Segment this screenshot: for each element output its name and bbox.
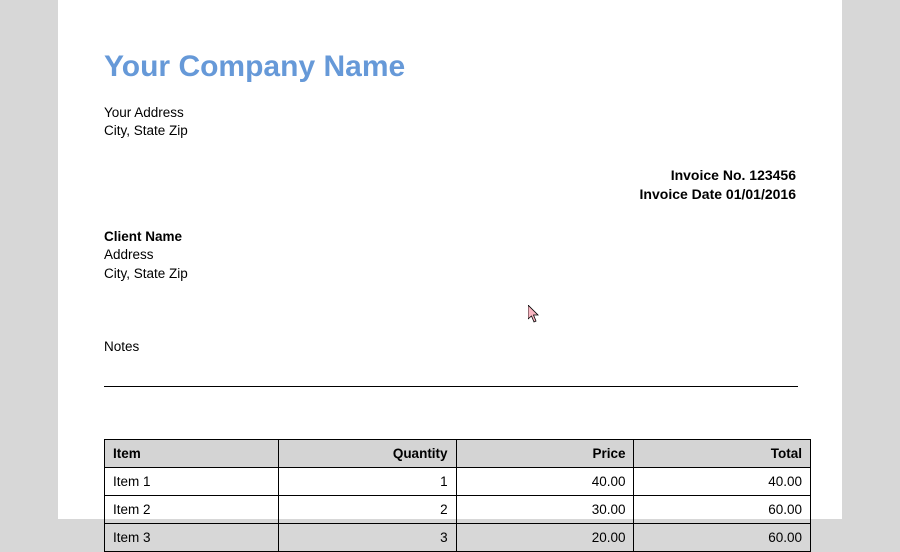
cell-quantity: 3 xyxy=(278,523,456,551)
company-address-line2: City, State Zip xyxy=(104,122,796,140)
company-address: Your Address City, State Zip xyxy=(104,104,796,140)
invoice-number-value: 123456 xyxy=(749,167,796,183)
invoice-meta: Invoice No. 123456 Invoice Date 01/01/20… xyxy=(104,166,796,204)
cell-quantity: 2 xyxy=(278,495,456,523)
invoice-page: Your Company Name Your Address City, Sta… xyxy=(58,0,842,519)
cell-total: 60.00 xyxy=(634,495,811,523)
table-row: Item 3 3 20.00 60.00 xyxy=(105,523,811,551)
table-row: Item 2 2 30.00 60.00 xyxy=(105,495,811,523)
company-name: Your Company Name xyxy=(104,50,796,84)
cell-total: 60.00 xyxy=(634,523,811,551)
notes-label: Notes xyxy=(104,339,796,354)
client-name: Client Name xyxy=(104,228,796,246)
invoice-date-value: 01/01/2016 xyxy=(726,186,796,202)
table-header-row: Item Quantity Price Total xyxy=(105,439,811,467)
invoice-date-line: Invoice Date 01/01/2016 xyxy=(104,185,796,204)
header-item: Item xyxy=(105,439,279,467)
items-table: Item Quantity Price Total Item 1 1 40.00… xyxy=(104,439,811,552)
table-row: Item 1 1 40.00 40.00 xyxy=(105,467,811,495)
invoice-date-label: Invoice Date xyxy=(640,186,726,202)
invoice-number-label: Invoice No. xyxy=(671,167,750,183)
cell-item: Item 2 xyxy=(105,495,279,523)
cursor-icon xyxy=(528,305,542,323)
client-block: Client Name Address City, State Zip xyxy=(104,228,796,283)
client-address-line1: Address xyxy=(104,246,796,264)
company-address-line1: Your Address xyxy=(104,104,796,122)
client-address-line2: City, State Zip xyxy=(104,265,796,283)
cell-price: 40.00 xyxy=(456,467,634,495)
header-price: Price xyxy=(456,439,634,467)
notes-section: Notes xyxy=(104,339,796,387)
cell-total: 40.00 xyxy=(634,467,811,495)
notes-rule xyxy=(104,386,798,387)
header-quantity: Quantity xyxy=(278,439,456,467)
cell-price: 30.00 xyxy=(456,495,634,523)
cell-quantity: 1 xyxy=(278,467,456,495)
cell-item: Item 1 xyxy=(105,467,279,495)
cell-price: 20.00 xyxy=(456,523,634,551)
invoice-number-line: Invoice No. 123456 xyxy=(104,166,796,185)
cell-item: Item 3 xyxy=(105,523,279,551)
header-total: Total xyxy=(634,439,811,467)
